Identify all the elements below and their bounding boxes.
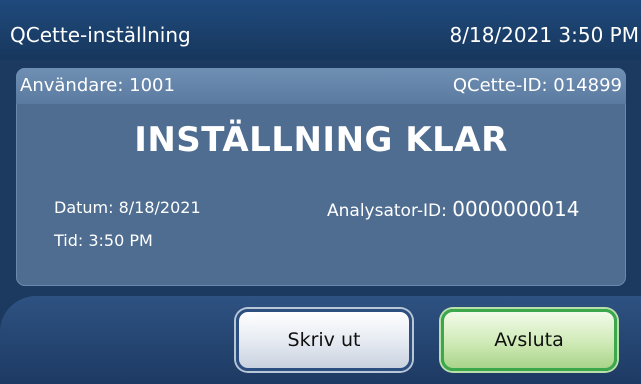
screen-title: QCette-inställning	[10, 23, 191, 47]
exit-button[interactable]: Avsluta	[441, 309, 617, 371]
title-bar: QCette-inställning 8/18/2021 3:50 PM	[0, 0, 641, 60]
result-panel: Användare: 1001 QCette-ID: 014899 INSTÄL…	[16, 68, 626, 286]
user-label: Användare: 1001	[20, 75, 175, 96]
analyzer-id: Analysator-ID: 0000000014	[327, 197, 579, 221]
print-button[interactable]: Skriv ut	[236, 309, 412, 371]
date-time: 8/18/2021 3:50 PM	[449, 23, 640, 47]
qcette-id-label: QCette-ID: 014899	[452, 75, 622, 96]
status-heading: INSTÄLLNING KLAR	[134, 120, 508, 160]
date-label: Datum: 8/18/2021	[54, 198, 201, 217]
analyzer-id-value: 0000000014	[452, 197, 580, 221]
panel-header: Användare: 1001 QCette-ID: 014899	[16, 68, 626, 104]
analyzer-id-label: Analysator-ID:	[327, 201, 447, 221]
time-label: Tid: 3:50 PM	[54, 231, 153, 250]
